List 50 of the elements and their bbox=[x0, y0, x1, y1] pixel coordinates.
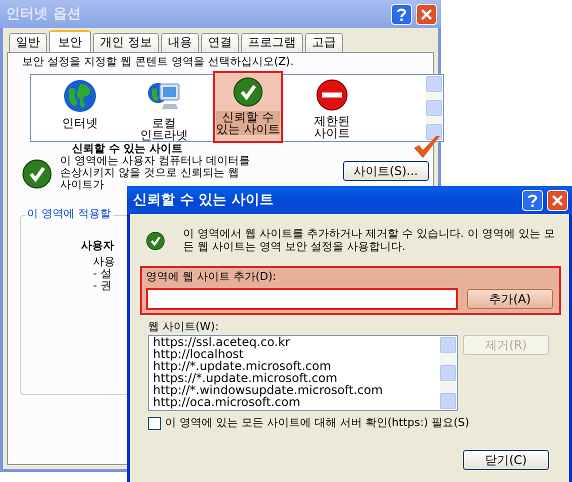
tab[interactable]: 내용 bbox=[160, 33, 199, 52]
scrollbar[interactable] bbox=[440, 337, 456, 410]
group-heading: 사용자 bbox=[81, 240, 114, 252]
site-entry[interactable]: http://*.windowsupdate.microsoft.com bbox=[153, 384, 457, 396]
zone-item[interactable]: 로컬 인트라넷 bbox=[129, 74, 199, 141]
instruction-text: 보안 설정을 지정할 웹 콘텐트 영역을 선택하십시오(Z). bbox=[22, 56, 295, 69]
site-entry[interactable]: https://*.update.microsoft.com bbox=[153, 372, 457, 384]
checkbox[interactable] bbox=[148, 417, 161, 430]
scrollbar[interactable] bbox=[426, 76, 442, 140]
dialog-title: 신뢰할 수 있는 사이트 bbox=[133, 192, 274, 208]
checkbox-label[interactable]: 이 영역에 있는 모든 사이트에 대해 서버 확인(https:) 필요(S) bbox=[165, 417, 470, 430]
dialog-description: 이 영역에서 웹 사이트를 추가하거나 제거할 수 있습니다. 이 영역에 있는 모든 웹 사이트는 영역 보안 설정을 사용합니다. bbox=[182, 228, 556, 254]
group-line: - 권 bbox=[93, 280, 112, 292]
description-line: 사이트가 bbox=[60, 178, 104, 191]
site-entry[interactable]: http://localhost bbox=[153, 348, 457, 360]
group-line: 사용 bbox=[93, 256, 115, 268]
tab[interactable]: 고급 bbox=[304, 33, 343, 52]
group-title: 이 영역에 적용할 bbox=[25, 208, 113, 220]
check-circle-icon bbox=[233, 76, 263, 107]
help-icon[interactable] bbox=[522, 190, 543, 210]
check-mark-icon bbox=[412, 134, 442, 160]
no-entry-icon bbox=[316, 78, 348, 111]
add-site-field[interactable] bbox=[146, 288, 458, 310]
sites-list[interactable]: https://ssl.aceteq.co.kr http://localhost http://*.update.microsoft.com https://*.update.microsoft.com http://*.windowsupdate.microsoft.com http://oca.microsoft.com bbox=[148, 335, 458, 412]
site-entry[interactable]: https://ssl.aceteq.co.kr bbox=[153, 336, 457, 348]
window-title: 인터넷 옵션 bbox=[6, 6, 81, 22]
group-line: - 설 bbox=[93, 268, 112, 280]
close-icon[interactable] bbox=[547, 190, 568, 210]
tab[interactable]: 연결 bbox=[200, 33, 239, 52]
sites-label: 웹 사이트(W): bbox=[147, 318, 220, 335]
check-circle-icon bbox=[22, 158, 52, 189]
add-button[interactable]: 추가(A) bbox=[467, 288, 553, 309]
add-site-label: 영역에 웹 사이트 추가(D): bbox=[146, 271, 278, 284]
zone-item[interactable]: 제한된 사이트 bbox=[297, 74, 367, 141]
tab[interactable]: 보안 bbox=[49, 30, 91, 53]
close-icon[interactable] bbox=[416, 4, 437, 24]
tab[interactable]: 일반 bbox=[9, 33, 47, 52]
description-line: 손상시키지 않을 것으로 신뢰되는 웹 bbox=[60, 166, 239, 179]
close-button[interactable]: 닫기(C) bbox=[463, 450, 549, 470]
site-entry[interactable]: http://oca.microsoft.com bbox=[153, 396, 457, 408]
tab[interactable]: 프로그램 bbox=[240, 33, 303, 52]
sites-button[interactable]: 사이트(S)... bbox=[342, 160, 429, 181]
zone-item[interactable]: 신뢰할 수 있는 사이트 bbox=[213, 70, 283, 143]
site-entry[interactable]: http://*.update.microsoft.com bbox=[153, 360, 457, 372]
zone-item[interactable]: 인터넷 bbox=[45, 74, 115, 141]
help-icon[interactable] bbox=[391, 4, 412, 24]
globe-icon bbox=[63, 78, 97, 113]
description-line: 이 영역에는 사용자 컴퓨터나 데이터를 bbox=[60, 154, 250, 167]
zone-heading: 신뢰할 수 있는 사이트 bbox=[72, 142, 182, 155]
tab[interactable]: 개인 정보 bbox=[93, 33, 159, 52]
